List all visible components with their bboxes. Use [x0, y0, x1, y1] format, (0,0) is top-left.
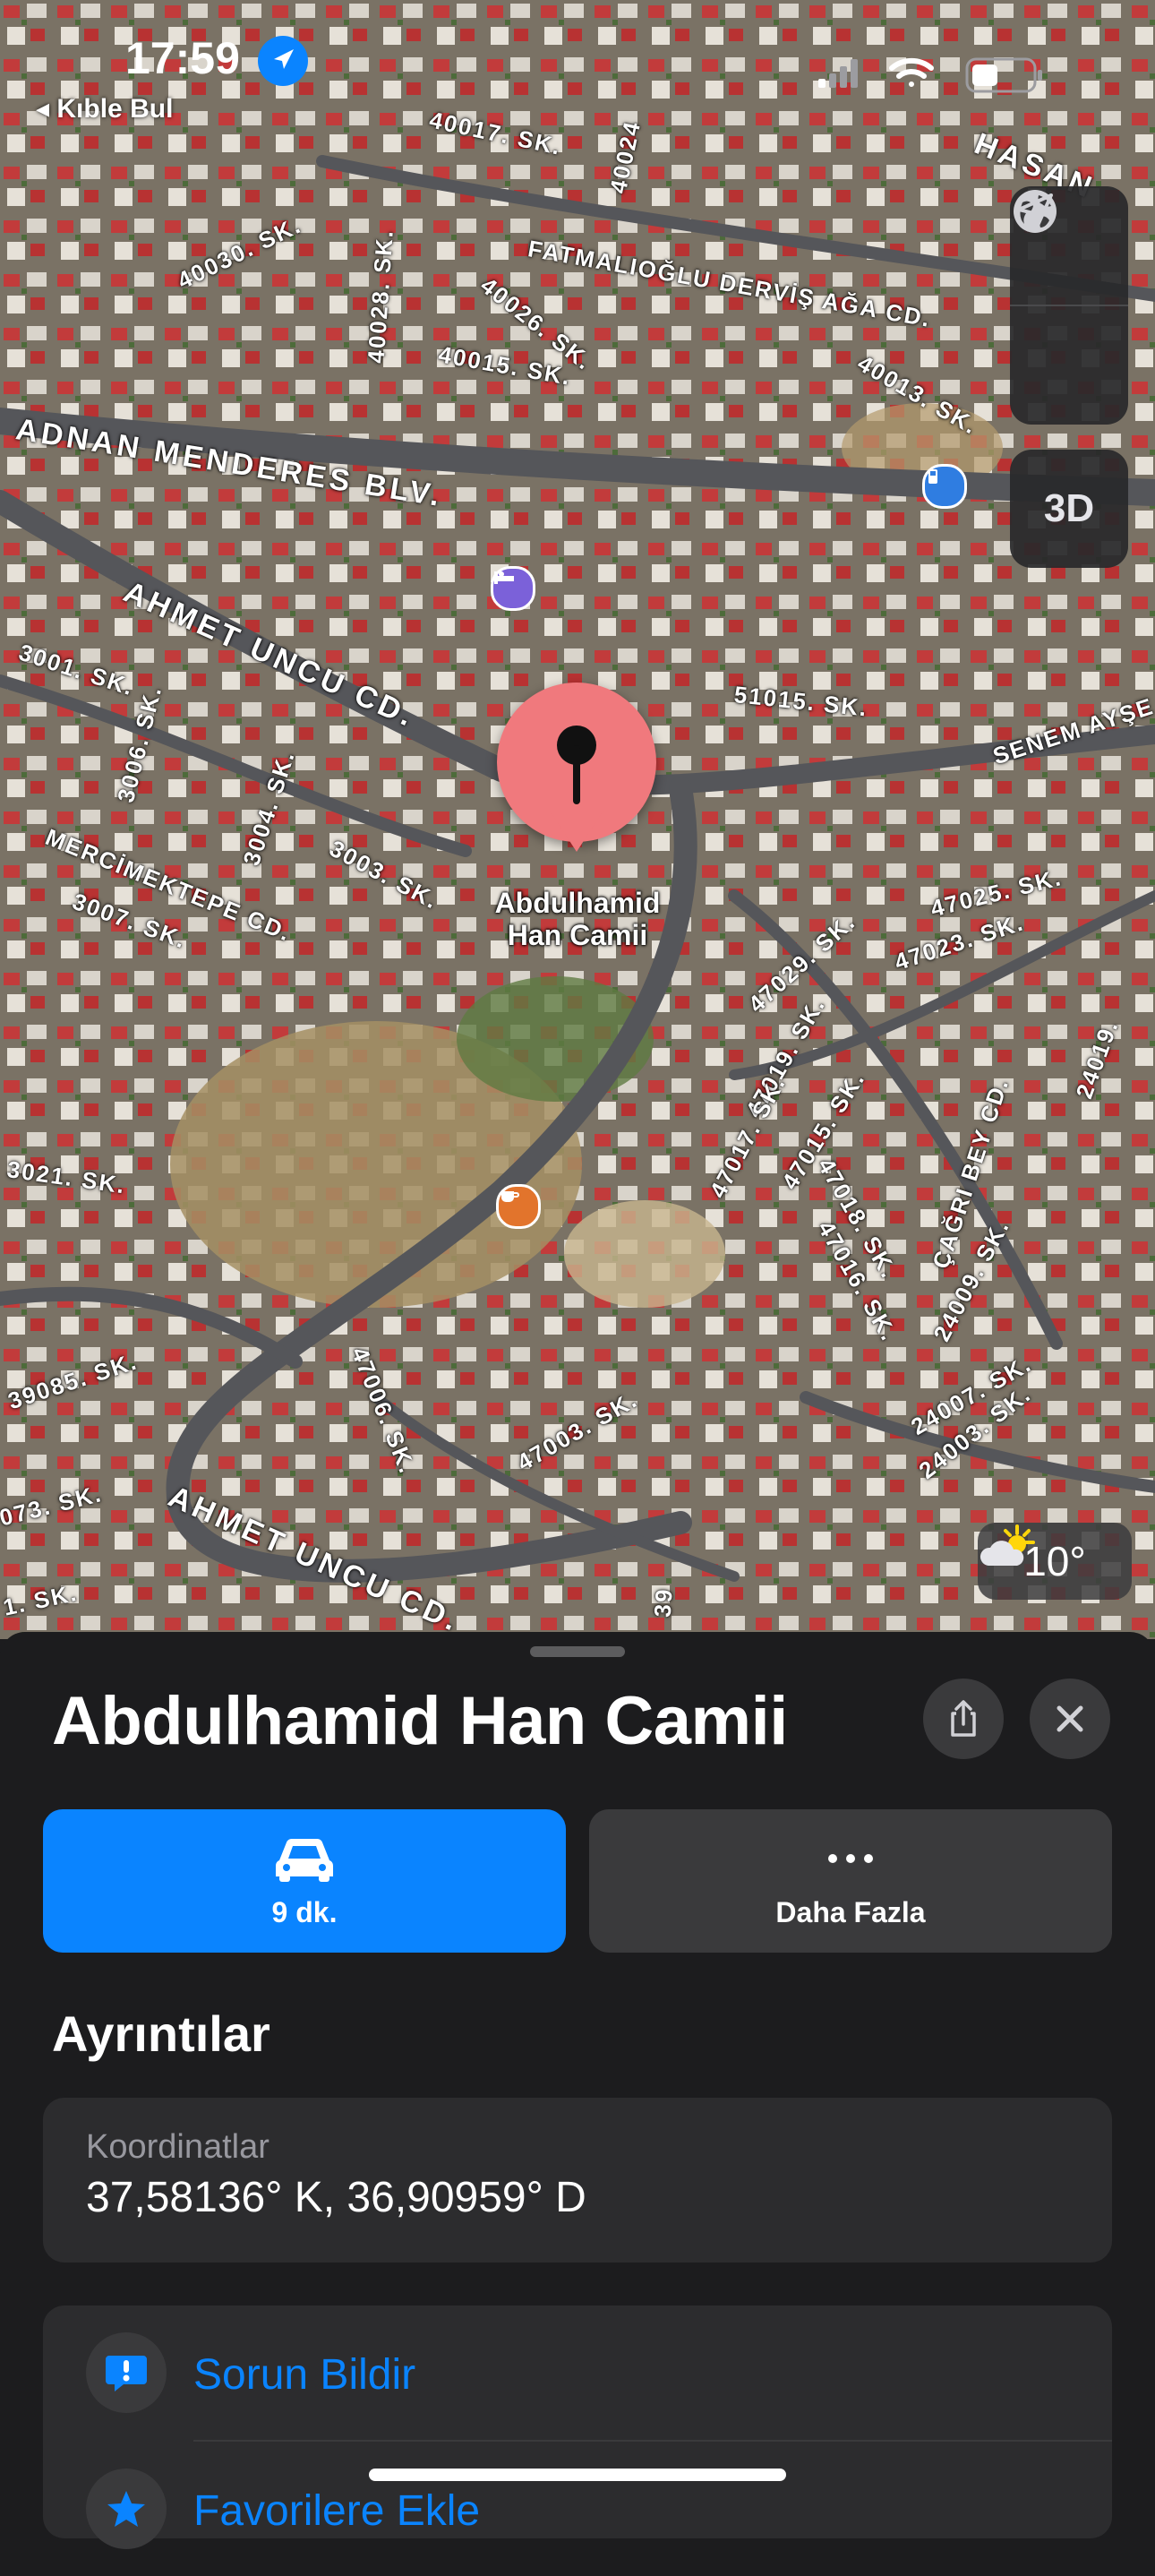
- bed-icon: [494, 571, 514, 584]
- location-services-icon: [258, 36, 308, 86]
- directions-button[interactable]: 9 dk.: [43, 1809, 566, 1953]
- exclamation-bubble-icon: [106, 2356, 147, 2391]
- directions-time: 9 dk.: [271, 1895, 338, 1928]
- gas-station-marker[interactable]: [922, 464, 967, 509]
- add-favorites-row[interactable]: Favorilere Ekle: [43, 2442, 1112, 2576]
- sheet-grabber[interactable]: [530, 1646, 625, 1657]
- cellular-signal-icon: [818, 59, 858, 88]
- coordinates-label: Koordinatlar: [86, 2128, 270, 2166]
- favorites-icon-wrap: [86, 2469, 167, 2549]
- add-favorites-label: Favorilere Ekle: [193, 2487, 481, 2535]
- star-icon: [107, 2491, 145, 2527]
- coffee-cup-icon: [501, 1191, 519, 1202]
- current-location-button[interactable]: [1010, 193, 1128, 425]
- street-label: 39: [648, 1586, 678, 1619]
- 3d-toggle-button[interactable]: 3D: [1010, 450, 1128, 568]
- pin-label: Abdulhamid Han Camii: [448, 887, 707, 951]
- weather-badge[interactable]: 10°: [978, 1523, 1132, 1600]
- more-button[interactable]: Daha Fazla: [589, 1809, 1112, 1953]
- home-indicator[interactable]: [369, 2469, 786, 2481]
- status-time: 17:59: [125, 33, 240, 83]
- hotel-marker[interactable]: [491, 566, 535, 611]
- battery-icon: [965, 57, 1042, 93]
- actions-card: Sorun Bildir Favorilere Ekle: [43, 2306, 1112, 2549]
- car-icon: [275, 1838, 334, 1882]
- map-view[interactable]: 40017. SK. 40024 40030. SK. 40028. SK. 4…: [0, 0, 1155, 1639]
- cafe-marker[interactable]: [496, 1184, 541, 1229]
- more-label: Daha Fazla: [775, 1895, 926, 1928]
- partly-sunny-icon: [980, 1524, 1035, 1566]
- wifi-icon: [889, 57, 934, 87]
- close-icon: [1057, 1705, 1083, 1732]
- details-heading: Ayrıntılar: [52, 2005, 270, 2062]
- report-issue-icon-wrap: [86, 2332, 167, 2413]
- status-indicators: [806, 48, 1057, 99]
- close-button[interactable]: [1030, 1679, 1110, 1759]
- report-issue-row[interactable]: Sorun Bildir: [43, 2306, 1112, 2442]
- pin-label-line: Han Camii: [507, 919, 648, 951]
- report-issue-label: Sorun Bildir: [193, 2351, 416, 2399]
- place-title: Abdulhamid Han Camii: [52, 1683, 788, 1759]
- back-to-app-link[interactable]: ◂ Kıble Bul: [36, 93, 173, 125]
- coordinates-value: 37,58136° K, 36,90959° D: [86, 2174, 586, 2221]
- share-button[interactable]: [923, 1679, 1004, 1759]
- coordinates-card[interactable]: Koordinatlar 37,58136° K, 36,90959° D: [43, 2098, 1112, 2263]
- pin-label-line: Abdulhamid: [494, 887, 661, 919]
- place-card-sheet: Abdulhamid Han Camii 9 dk. Daha Fazla Ay…: [0, 1632, 1155, 2549]
- share-icon: [951, 1700, 976, 1737]
- fuel-icon: [928, 469, 937, 484]
- map-controls: [1010, 186, 1128, 425]
- location-arrow-icon: [1017, 193, 1053, 229]
- ellipsis-icon: [828, 1853, 873, 1863]
- pin-pointer: [550, 811, 603, 852]
